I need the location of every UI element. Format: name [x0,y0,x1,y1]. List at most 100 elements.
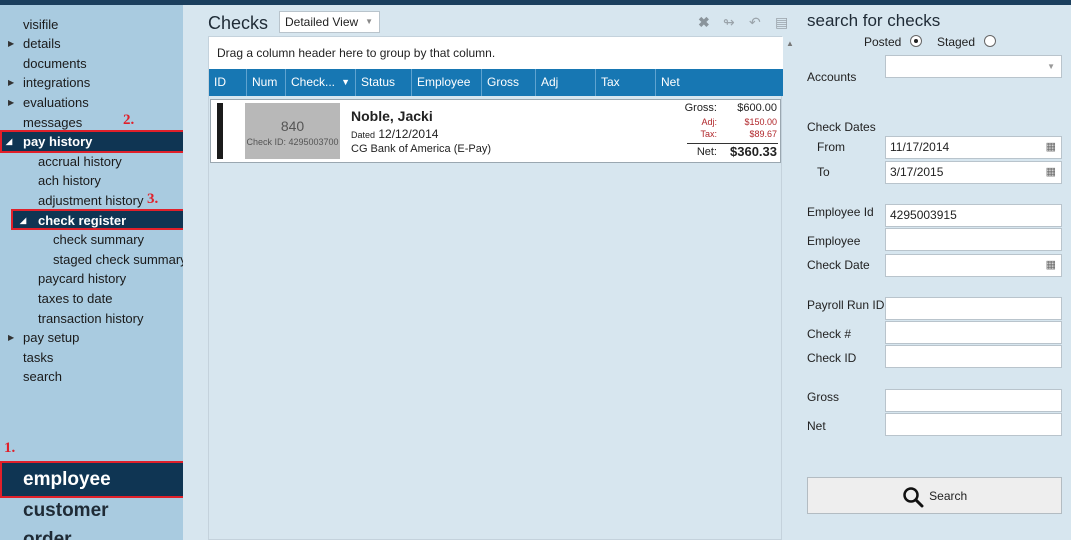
sidebar-item-label: taxes to date [38,291,113,306]
annotation-step-3: 3. [147,191,159,207]
to-label: To [817,165,830,179]
search-panel-title: search for checks [807,11,941,30]
sidebar-item-check-summary[interactable]: check summary [0,230,183,249]
sidebar-item-evaluations[interactable]: ▶ evaluations [0,93,183,112]
check-number-field[interactable] [885,321,1062,344]
staged-radio[interactable] [984,35,996,47]
gross-field[interactable] [885,389,1062,412]
scroll-up-icon[interactable]: ▲ [786,39,794,48]
check-number-box: 840 Check ID: 4295003700 [245,103,340,159]
column-header-num[interactable]: Num [247,69,286,96]
sidebar-item-integrations[interactable]: ▶ integrations [0,73,183,92]
check-date-field[interactable]: ▦ [885,254,1062,277]
sidebar-item-paycard-history[interactable]: paycard history [0,269,183,288]
to-date-field[interactable]: 3/17/2015 ▦ [885,161,1062,184]
expand-arrow-icon[interactable]: ▶ [8,93,14,112]
dated-label: Dated [351,130,376,140]
column-header-adj[interactable]: Adj [536,69,596,96]
check-id: Check ID: 4295003700 [246,137,339,147]
grid-scrollbar[interactable]: ▲ [784,36,796,540]
annotation-highlight-box [11,209,198,230]
export-icon[interactable]: ↬ [723,14,735,31]
adj-label: Adj: [701,117,717,127]
payroll-run-id-field[interactable] [885,297,1062,320]
annotation-highlight-box [0,130,201,153]
sidebar-item-pay-setup[interactable]: ▶ pay setup [0,328,183,347]
sidebar-item-label: search [23,369,63,384]
view-select-value: Detailed View [285,15,359,29]
payroll-run-id-label: Payroll Run ID [807,298,885,312]
sidebar-item-label: adjustment history [38,193,144,208]
employee-id-field[interactable]: 4295003915 [885,204,1062,227]
sidebar-item-tasks[interactable]: tasks [0,348,183,367]
column-header-row: ID Num Check... ▼ Status Employee Gross … [209,69,783,96]
calendar-icon[interactable]: ▦ [1046,137,1056,158]
employee-label: Employee [807,234,861,248]
annotation-step-1: 1. [4,440,16,456]
section-order[interactable]: order [0,523,183,540]
sidebar-item-label: transaction history [38,311,144,326]
print-icon[interactable]: ▤ [775,14,788,31]
check-card[interactable]: 840 Check ID: 4295003700 Noble, Jacki Da… [210,99,781,163]
sidebar-item-visifile[interactable]: visifile [0,15,183,34]
accounts-label: Accounts [807,70,857,84]
net-label: Net [807,419,826,433]
search-panel: search for checks Posted Staged Accounts… [796,5,1071,540]
dated-value: 12/12/2014 [378,127,439,141]
gross-label: Gross [807,390,840,404]
close-icon[interactable]: ✖ [698,14,710,31]
bank-account: CG Bank of America (E-Pay) [351,143,491,155]
sidebar-item-taxes-to-date[interactable]: taxes to date [0,289,183,308]
expand-arrow-icon[interactable]: ▶ [8,34,14,53]
sidebar-item-details[interactable]: ▶ details [0,34,183,53]
tax-label: Tax: [700,129,717,139]
column-header-label: Check... [291,75,336,89]
sidebar-item-label: documents [23,56,87,71]
check-number-label: Check # [807,327,852,341]
net-field[interactable] [885,413,1062,436]
sidebar-item-transaction-history[interactable]: transaction history [0,309,183,328]
column-header-net[interactable]: Net [656,69,783,96]
group-by-bar[interactable]: Drag a column header here to group by th… [209,37,783,69]
column-header-id[interactable]: ID [209,69,247,96]
column-header-check-date[interactable]: Check... ▼ [286,69,356,96]
calendar-icon[interactable]: ▦ [1046,255,1056,276]
sidebar-item-adjustment-history[interactable]: adjustment history [0,191,145,210]
posted-radio[interactable] [910,35,922,47]
sidebar-item-accrual-history[interactable]: accrual history [0,152,183,171]
chevron-down-icon: ▼ [1047,62,1055,71]
sidebar-item-documents[interactable]: documents [0,54,183,73]
column-header-status[interactable]: Status [356,69,412,96]
expand-arrow-icon[interactable]: ▶ [8,73,14,92]
view-select[interactable]: Detailed View ▼ [279,11,380,33]
column-header-employee[interactable]: Employee [412,69,482,96]
check-date-label: Check Date [807,258,870,272]
net-label: Net: [696,146,717,158]
search-icon [903,487,924,508]
adj-amount: $150.00 [744,117,777,127]
to-date-value: 3/17/2015 [890,165,944,179]
sidebar-item-label: pay setup [23,330,80,345]
tax-amount: $89.67 [749,129,777,139]
from-date-value: 11/17/2014 [890,140,950,154]
employee-field[interactable] [885,228,1062,251]
search-button[interactable]: Search [807,477,1062,514]
sidebar-item-ach-history[interactable]: ach history [0,171,183,190]
sidebar-item-staged-check-summary[interactable]: staged check summary [0,250,187,269]
sidebar-item-label: details [23,36,61,51]
chevron-down-icon: ▼ [365,17,373,26]
check-id-field[interactable] [885,345,1062,368]
from-label: From [817,140,845,154]
check-dated: Dated 12/12/2014 [351,127,438,141]
column-header-gross[interactable]: Gross [482,69,536,96]
from-date-field[interactable]: 11/17/2014 ▦ [885,136,1062,159]
accounts-select[interactable]: ▼ [885,55,1062,78]
calendar-icon[interactable]: ▦ [1046,162,1056,183]
checks-grid: Drag a column header here to group by th… [208,36,783,540]
undo-icon[interactable]: ↶ [749,14,761,31]
column-header-tax[interactable]: Tax [596,69,656,96]
sidebar-item-search[interactable]: search [0,367,183,386]
check-dates-label: Check Dates [807,120,876,134]
expand-arrow-icon[interactable]: ▶ [8,328,14,347]
sidebar-item-label: check summary [53,232,145,247]
